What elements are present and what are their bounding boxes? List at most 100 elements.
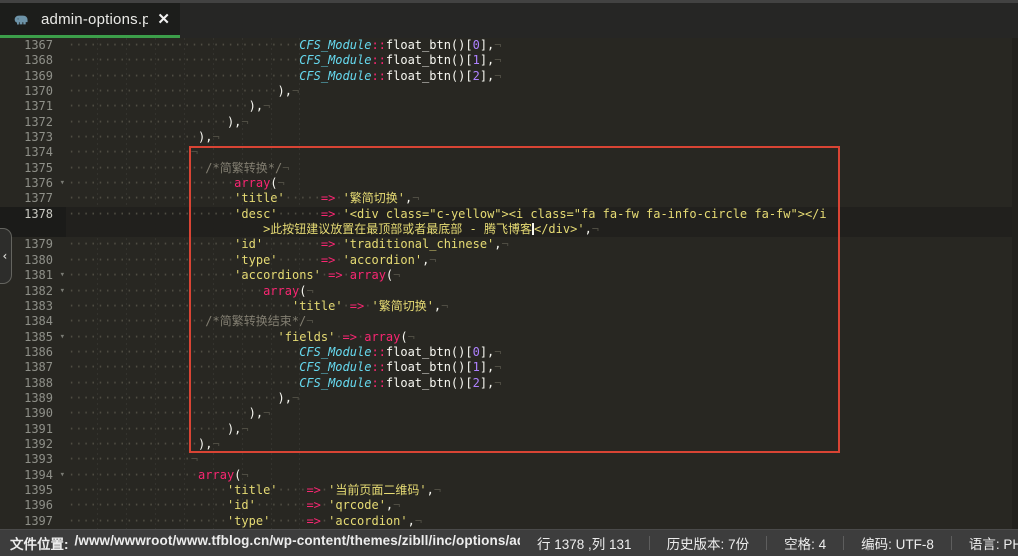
code-line[interactable]: 1371·························),¬ xyxy=(0,99,1018,114)
code-line[interactable]: 1394▾··················array(¬ xyxy=(0,468,1018,483)
code-text[interactable]: ·························),¬ xyxy=(66,99,1018,114)
line-number[interactable]: 1384 xyxy=(0,314,66,329)
fold-arrow-icon[interactable]: ▾ xyxy=(60,330,65,345)
fold-arrow-icon[interactable]: ▾ xyxy=(60,268,65,283)
fold-arrow-icon[interactable]: ▾ xyxy=(60,284,65,299)
line-number[interactable]: 1374 xyxy=(0,145,66,160)
code-line[interactable]: 1389·····························),¬ xyxy=(0,391,1018,406)
line-number[interactable]: 1369 xyxy=(0,69,66,84)
encoding-setting[interactable]: 编码: UTF-8 xyxy=(844,533,951,553)
code-line[interactable]: 1388································CFS_… xyxy=(0,376,1018,391)
code-line[interactable]: 1370·····························),¬ xyxy=(0,84,1018,99)
code-line[interactable]: 1382▾···························array(¬ xyxy=(0,284,1018,299)
code-line[interactable]: 1376▾·······················array(¬ xyxy=(0,176,1018,191)
code-text[interactable]: ·······························'title'·=… xyxy=(66,299,1018,314)
code-line[interactable]: 1372······················),¬ xyxy=(0,115,1018,130)
code-line[interactable]: 1397······················'type'·····=>·… xyxy=(0,514,1018,529)
code-text[interactable]: ·················¬ xyxy=(66,145,1018,160)
code-editor[interactable]: 1367································CFS_… xyxy=(0,38,1018,529)
code-text[interactable]: ·························),¬ xyxy=(66,406,1018,421)
code-line[interactable]: 1375···················/*简繁转换*/¬ xyxy=(0,161,1018,176)
code-text[interactable]: ································CFS_Modu… xyxy=(66,360,1018,375)
code-text[interactable]: ··················),¬ xyxy=(66,130,1018,145)
line-number[interactable]: 1382▾ xyxy=(0,284,66,299)
line-number[interactable]: 1375 xyxy=(0,161,66,176)
line-number[interactable]: 1370 xyxy=(0,84,66,99)
code-text[interactable]: ································CFS_Modu… xyxy=(66,53,1018,68)
line-number[interactable]: 1393 xyxy=(0,452,66,467)
code-text[interactable]: ·····························'fields'·=>… xyxy=(66,330,1018,345)
code-text[interactable]: ··················array(¬ xyxy=(66,468,1018,483)
code-text[interactable]: ······················'type'·····=>·'acc… xyxy=(66,514,1018,529)
line-number[interactable]: 1395 xyxy=(0,483,66,498)
line-number[interactable]: 1378 xyxy=(0,207,66,222)
code-text[interactable]: ···················/*简繁转换结束*/¬ xyxy=(66,314,1018,329)
code-line[interactable]: 1380·······················'type'······=… xyxy=(0,253,1018,268)
history-versions[interactable]: 历史版本: 7份 xyxy=(650,533,767,553)
code-line[interactable]: 1381▾·······················'accordions'… xyxy=(0,268,1018,283)
code-text[interactable]: ··················),¬ xyxy=(66,437,1018,452)
code-line[interactable]: 1386································CFS_… xyxy=(0,345,1018,360)
line-number[interactable]: 1383 xyxy=(0,299,66,314)
code-line[interactable]: 1368································CFS_… xyxy=(0,53,1018,68)
code-text[interactable]: ···················/*简繁转换*/¬ xyxy=(66,161,1018,176)
line-number[interactable]: 1371 xyxy=(0,99,66,114)
line-number[interactable]: 1394▾ xyxy=(0,468,66,483)
code-text[interactable]: ·······················'title'·····=>·'繁… xyxy=(66,191,1018,206)
code-text[interactable]: >此按钮建议放置在最顶部或者最底部 - 腾飞博客</div>',¬ xyxy=(66,222,1018,237)
line-number[interactable]: 1397 xyxy=(0,514,66,529)
spaces-setting[interactable]: 空格: 4 xyxy=(767,533,843,553)
code-line[interactable]: 1392··················),¬ xyxy=(0,437,1018,452)
code-text[interactable]: ·····························),¬ xyxy=(66,391,1018,406)
code-line[interactable]: 1393·················¬ xyxy=(0,452,1018,467)
line-number[interactable]: 1396 xyxy=(0,498,66,513)
code-line[interactable]: 1385▾·····························'field… xyxy=(0,330,1018,345)
code-line[interactable]: 1383·······························'titl… xyxy=(0,299,1018,314)
scrollbar-track[interactable] xyxy=(1012,38,1018,529)
line-number[interactable]: 1391 xyxy=(0,422,66,437)
line-number[interactable]: 1392 xyxy=(0,437,66,452)
line-number[interactable]: 1387 xyxy=(0,360,66,375)
code-line[interactable]: 1395······················'title'····=>·… xyxy=(0,483,1018,498)
code-line[interactable]: 1369································CFS_… xyxy=(0,69,1018,84)
code-text[interactable]: ······················),¬ xyxy=(66,422,1018,437)
code-text[interactable]: ································CFS_Modu… xyxy=(66,69,1018,84)
code-text[interactable]: ································CFS_Modu… xyxy=(66,376,1018,391)
line-number[interactable]: 1386 xyxy=(0,345,66,360)
code-text[interactable]: ·······················'accordions'·=>·a… xyxy=(66,268,1018,283)
code-text[interactable]: ································CFS_Modu… xyxy=(66,38,1018,53)
code-line[interactable]: 1374·················¬ xyxy=(0,145,1018,160)
code-text[interactable]: ·················¬ xyxy=(66,452,1018,467)
code-text[interactable]: ·····························),¬ xyxy=(66,84,1018,99)
code-line[interactable]: 1391······················),¬ xyxy=(0,422,1018,437)
code-line[interactable]: 1396······················'id'·······=>·… xyxy=(0,498,1018,513)
sidebar-collapse-button[interactable]: ‹ xyxy=(0,228,12,284)
line-number[interactable]: 1373 xyxy=(0,130,66,145)
line-number[interactable]: 1385▾ xyxy=(0,330,66,345)
line-number[interactable]: 1368 xyxy=(0,53,66,68)
line-number[interactable]: 1377 xyxy=(0,191,66,206)
line-number[interactable]: 1389 xyxy=(0,391,66,406)
close-icon[interactable]: ✕ xyxy=(157,12,170,27)
code-line[interactable]: 1378·······················'desc'······=… xyxy=(0,207,1018,222)
code-line-wrap[interactable]: >此按钮建议放置在最顶部或者最底部 - 腾飞博客</div>',¬ xyxy=(0,222,1018,237)
line-number[interactable]: 1372 xyxy=(0,115,66,130)
code-text[interactable]: ······················'title'····=>·'当前页… xyxy=(66,483,1018,498)
code-text[interactable]: ·······················'id'········=>·'t… xyxy=(66,237,1018,252)
code-text[interactable]: ·······················'desc'······=>·'<… xyxy=(66,207,1018,222)
code-line[interactable]: 1390·························),¬ xyxy=(0,406,1018,421)
code-text[interactable]: ·······················array(¬ xyxy=(66,176,1018,191)
line-number[interactable]: 1388 xyxy=(0,376,66,391)
code-line[interactable]: 1379·······················'id'········=… xyxy=(0,237,1018,252)
code-line[interactable]: 1387································CFS_… xyxy=(0,360,1018,375)
code-line[interactable]: 1373··················),¬ xyxy=(0,130,1018,145)
line-number[interactable]: 1376▾ xyxy=(0,176,66,191)
code-text[interactable]: ································CFS_Modu… xyxy=(66,345,1018,360)
code-text[interactable]: ······················),¬ xyxy=(66,115,1018,130)
tab-admin-options[interactable]: admin-options.php ✕ xyxy=(0,3,180,38)
code-text[interactable]: ······················'id'·······=>·'qrc… xyxy=(66,498,1018,513)
fold-arrow-icon[interactable]: ▾ xyxy=(60,176,65,191)
code-line[interactable]: 1367································CFS_… xyxy=(0,38,1018,53)
fold-arrow-icon[interactable]: ▾ xyxy=(60,468,65,483)
line-number[interactable]: 1367 xyxy=(0,38,66,53)
